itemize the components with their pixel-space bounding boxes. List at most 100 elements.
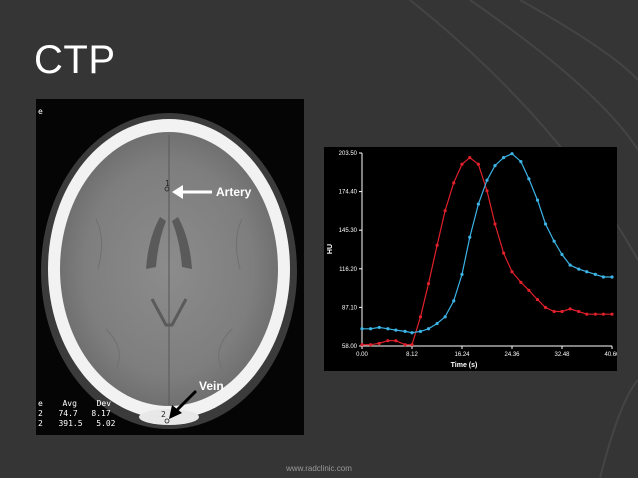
ct-brain-drawing [36,99,304,435]
y-tick-label: 145.30 [339,228,358,234]
series-0-point [435,243,439,247]
series-1-point [493,164,497,168]
series-1-point [519,160,523,164]
series-0-point [601,312,605,316]
roi-stats-row: 2 74.7 8.17 [38,409,111,419]
series-1-point [485,178,489,182]
series-0-point [394,339,398,343]
series-0-point [519,280,523,284]
roi-header-col-0: e [38,399,43,408]
series-1-point [403,329,407,334]
series-1-point [502,156,506,160]
corner-marker: e [38,107,43,116]
roi-header-col-2: Dev [96,399,112,408]
x-tick-label: 0.00 [356,352,368,358]
series-0-point [418,315,423,319]
series-1-point [560,252,564,257]
series-0-point [502,251,506,255]
series-1-point [452,299,456,303]
time-density-chart: 0.00 8.12 16.24 24.36 32.48 40.60 58.00 87.10 11… [324,147,617,371]
series-1-point [552,239,556,243]
slide-title: CTP [34,38,116,82]
series-1-point [593,272,597,276]
series-1-point [394,328,398,332]
y-tick-label: 87.10 [342,305,358,311]
y-tick-label: 174.40 [339,190,358,196]
series-0-point [426,282,431,286]
series-0-point [460,162,464,166]
series-0-point [369,343,373,347]
series-1-point [543,222,548,226]
roi-row-1-avg: 391.5 [58,419,83,428]
roi-stats-row: 2 391.5 5.02 [38,419,116,429]
series-line-0 [362,156,612,346]
series-0-point [552,309,556,314]
series-0-point [535,297,540,302]
y-tick-label: 58.00 [342,344,358,350]
roi-row-1-dev: 5.02 [96,419,116,428]
roi-row-0-avg: 74.7 [58,409,78,418]
vein-label: Vein [199,379,224,393]
x-tick-label: 24.36 [504,352,520,358]
series-1-point [577,267,581,271]
roi-row-0-id: 2 [38,409,43,418]
series-1-point [418,329,423,334]
series-1-point [377,325,381,330]
roi-marker-1: 1 [165,179,170,188]
series-1-point [443,315,447,319]
x-axis-label: Time (s) [451,362,478,369]
series-0-point [568,307,572,311]
series-0-point [377,341,381,345]
series-1-point [360,327,364,331]
series-1-point [585,270,589,274]
roi-header-col-1: Avg [62,399,77,408]
series-1-point [510,152,514,156]
roi-stats-header: e Avg Dev [38,399,111,409]
series-0-point [360,343,364,347]
series-0-point [593,312,597,316]
series-1-point [468,235,472,239]
series-0-point [577,309,581,314]
series-1-point [426,327,431,331]
series-0-point [493,222,497,226]
roi-marker-2: 2 [161,410,166,419]
series-0-point [403,343,407,347]
chart-svg: 0.00 8.12 16.24 24.36 32.48 40.60 58.00 87.10 11… [327,151,617,369]
series-1-point [568,263,572,267]
footer-url: www.radclinic.com [286,464,352,473]
series-0-point [510,270,514,274]
series-0-point [476,162,480,166]
series-1-point [386,327,390,331]
series-1-point [476,202,480,206]
series-0-point [452,181,456,185]
series-1-point [369,327,373,331]
artery-label: Artery [216,185,252,199]
x-tick-label: 16.24 [454,352,470,358]
series-1-point [435,321,439,326]
y-tick-label: 116.20 [339,267,358,273]
x-tick-label: 32.48 [554,352,570,358]
y-axis-label: HU [327,244,334,254]
series-1-point [535,198,540,202]
roi-row-0-dev: 8.17 [91,409,111,418]
series-0-point [527,288,531,292]
series-0-point [485,189,489,193]
series-1-point [460,272,464,276]
x-tick-label: 8.12 [406,352,418,358]
series-0-point [443,209,447,213]
series-0-point [386,339,390,343]
series-1-point [527,177,531,181]
series-0-point [543,305,548,310]
chart-series [360,152,614,347]
series-1-point [410,331,414,335]
series-0-point [560,309,564,314]
ct-brain-image: e 1 2 Artery Vein e Avg Dev 2 74.7 8.17 … [36,99,304,435]
series-0-point [585,312,589,316]
series-0-point [610,312,614,316]
roi-row-1-id: 2 [38,419,43,428]
series-0-point [468,156,472,160]
series-1-point [601,275,605,279]
x-tick-label: 40.60 [604,352,617,358]
y-tick-label: 203.50 [339,151,358,157]
series-1-point [610,275,614,279]
